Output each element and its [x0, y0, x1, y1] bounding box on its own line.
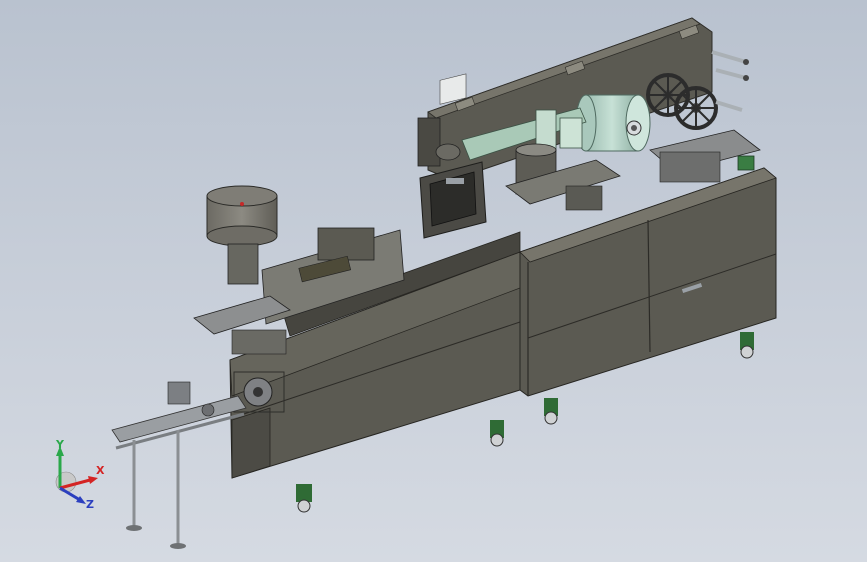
castor-wheel [544, 398, 558, 425]
z-axis-label: Z [86, 498, 94, 511]
x-axis-arrow [88, 476, 98, 484]
machine-base-right [519, 167, 777, 397]
machine-model[interactable] [0, 0, 867, 562]
castor-wheel [740, 332, 754, 359]
y-axis-label: Y [55, 440, 65, 451]
cad-viewport[interactable]: Y X Z [0, 0, 867, 562]
coordinate-triad: Y X Z [55, 440, 105, 511]
film-roll [575, 94, 651, 152]
castor-wheel [490, 420, 504, 447]
castor-wheel [296, 484, 312, 513]
x-axis-label: X [96, 464, 105, 477]
outfeed-rail [111, 381, 247, 549]
